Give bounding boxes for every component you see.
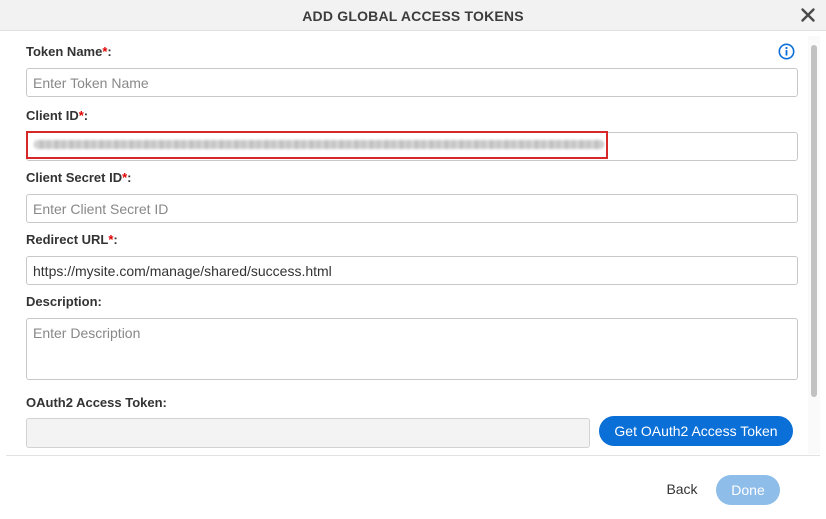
get-oauth2-token-button[interactable]: Get OAuth2 Access Token [599, 416, 793, 446]
description-textarea[interactable] [26, 318, 798, 380]
client-secret-label: Client Secret ID*: [26, 170, 132, 185]
redirect-url-label: Redirect URL*: [26, 232, 118, 247]
description-label: Description: [26, 294, 102, 309]
client-id-label: Client ID*: [26, 108, 89, 123]
close-icon[interactable] [800, 7, 816, 23]
add-global-access-tokens-dialog: ADD GLOBAL ACCESS TOKENS Token Name*: Cl… [0, 0, 826, 519]
token-name-label: Token Name*: [26, 44, 112, 59]
redirect-url-input[interactable] [26, 256, 798, 285]
client-id-input[interactable] [26, 132, 798, 161]
done-button[interactable]: Done [716, 475, 780, 505]
dialog-header: ADD GLOBAL ACCESS TOKENS [0, 0, 826, 31]
info-icon[interactable] [778, 43, 795, 60]
oauth2-token-label: OAuth2 Access Token: [26, 395, 167, 410]
back-button[interactable]: Back [656, 476, 708, 502]
token-name-input[interactable] [26, 68, 798, 97]
oauth2-token-field [26, 418, 590, 448]
client-secret-input[interactable] [26, 194, 798, 223]
dialog-title: ADD GLOBAL ACCESS TOKENS [302, 8, 524, 24]
scrollbar-thumb[interactable] [811, 45, 817, 397]
footer-divider [6, 455, 820, 456]
